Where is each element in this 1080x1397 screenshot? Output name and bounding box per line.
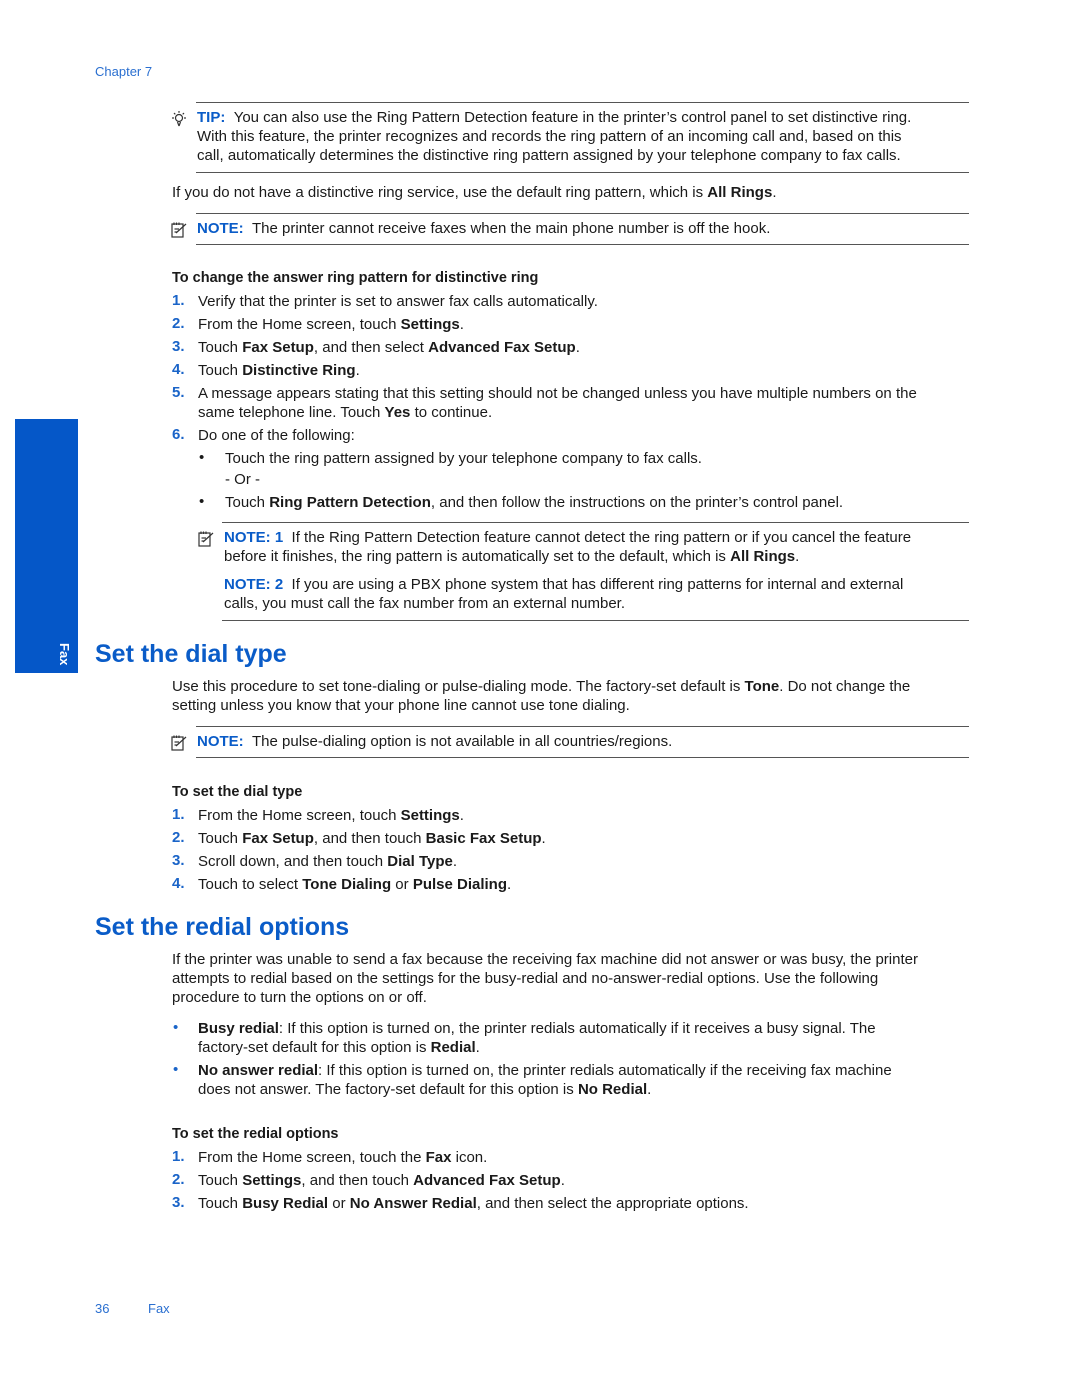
section-heading-redial-options: Set the redial options xyxy=(95,913,350,941)
step: Touch Fax Setup, and then select Advance… xyxy=(198,339,580,356)
step: Touch Distinctive Ring. xyxy=(198,362,360,379)
note-icon xyxy=(171,222,187,238)
tip-line-2: With this feature, the printer recognize… xyxy=(197,128,902,145)
step: Scroll down, and then touch Dial Type. xyxy=(198,853,458,870)
busy-redial-item: Busy redial: If this option is turned on… xyxy=(198,1020,876,1037)
note-ring-detection: NOTE: 1 If the Ring Pattern Detection fe… xyxy=(224,529,912,546)
step: Touch to select Tone Dialing or Pulse Di… xyxy=(198,876,512,893)
step: From the Home screen, touch Settings. xyxy=(198,807,464,824)
section-side-tab: Fax xyxy=(15,419,78,673)
step-continued: same telephone line. Touch Yes to contin… xyxy=(198,404,493,421)
procedure-title: To change the answer ring pattern for di… xyxy=(172,270,539,286)
step: Touch Fax Setup, and then touch Basic Fa… xyxy=(198,830,546,847)
section-heading-dial-type: Set the dial type xyxy=(95,640,287,668)
bullet: • xyxy=(173,1061,179,1078)
tip-label: TIP: xyxy=(197,109,226,126)
chapter-label: Chapter 7 xyxy=(95,64,153,79)
step: Verify that the printer is set to answer… xyxy=(198,293,598,310)
tip-line-1: TIP: You can also use the Ring Pattern D… xyxy=(197,109,912,126)
footer-section: Fax xyxy=(148,1301,170,1316)
redial-paragraph-line-2: attempts to redial based on the settings… xyxy=(172,970,879,987)
note-pbx-cont: calls, you must call the fax number from… xyxy=(224,595,626,612)
dial-paragraph-line-1: Use this procedure to set tone-dialing o… xyxy=(172,678,911,695)
step: Touch Busy Redial or No Answer Redial, a… xyxy=(198,1195,749,1212)
intro-paragraph: If you do not have a distinctive ring se… xyxy=(172,184,777,201)
divider xyxy=(196,102,969,103)
no-answer-redial-item: No answer redial: If this option is turn… xyxy=(198,1062,892,1079)
divider xyxy=(196,213,969,214)
procedure-title: To set the dial type xyxy=(172,784,303,800)
side-tab-label: Fax xyxy=(57,642,72,665)
step: Touch Settings, and then touch Advanced … xyxy=(198,1172,565,1189)
divider xyxy=(196,244,969,245)
note-ring-detection-cont: before it finishes, the ring pattern is … xyxy=(224,548,800,565)
divider xyxy=(196,172,969,173)
bullet: • xyxy=(199,449,205,466)
no-answer-redial-item-cont: does not answer. The factory-set default… xyxy=(198,1081,652,1098)
note-icon xyxy=(171,735,187,751)
divider xyxy=(222,620,969,621)
procedure-title: To set the redial options xyxy=(172,1126,339,1142)
sub-bullet-1: Touch the ring pattern assigned by your … xyxy=(225,450,702,467)
note-pulse-dialing: NOTE: The pulse-dialing option is not av… xyxy=(197,733,673,750)
tip-line-3: call, automatically determines the disti… xyxy=(197,147,901,164)
redial-paragraph-line-3: procedure to turn the options on or off. xyxy=(172,989,427,1006)
sub-bullet-2: Touch Ring Pattern Detection, and then f… xyxy=(225,494,844,511)
divider xyxy=(196,726,969,727)
note-pbx: NOTE: 2 If you are using a PBX phone sys… xyxy=(224,576,904,593)
divider xyxy=(222,522,969,523)
bullet: • xyxy=(199,493,205,510)
busy-redial-item-cont: factory-set default for this option is R… xyxy=(198,1039,480,1056)
redial-paragraph-line-1: If the printer was unable to send a fax … xyxy=(172,951,918,968)
divider xyxy=(196,757,969,758)
bullet: • xyxy=(173,1019,179,1036)
note-no-hook: NOTE: The printer cannot receive faxes w… xyxy=(197,220,771,237)
lightbulb-icon xyxy=(172,111,186,127)
step: From the Home screen, touch Settings. xyxy=(198,316,464,333)
step: Do one of the following: xyxy=(198,427,355,444)
or-separator: - Or - xyxy=(225,471,260,488)
step: From the Home screen, touch the Fax icon… xyxy=(198,1149,488,1166)
page-number: 36 xyxy=(95,1301,110,1316)
step: A message appears stating that this sett… xyxy=(198,385,917,402)
dial-paragraph-line-2: setting unless you know that your phone … xyxy=(172,697,630,714)
note-icon xyxy=(198,531,214,547)
